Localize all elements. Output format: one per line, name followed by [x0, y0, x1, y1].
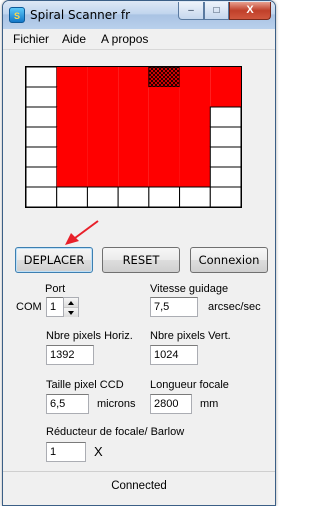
grid-cell-filled	[148, 147, 180, 167]
focal-length-unit: mm	[200, 398, 219, 410]
focal-length-input[interactable]: 2800	[150, 394, 192, 414]
spin-up-icon[interactable]	[64, 298, 78, 308]
pixels-horiz-input[interactable]: 1392	[46, 345, 94, 365]
grid-cell-hatched	[148, 67, 181, 88]
minimize-button[interactable]: –	[178, 2, 204, 20]
app-icon: S	[9, 7, 25, 23]
reducer-label: Réducteur de focale/ Barlow	[46, 426, 185, 438]
grid-cell-filled	[179, 127, 211, 147]
pixel-size-label: Taille pixel CCD	[46, 379, 124, 391]
grid-cell-filled	[87, 127, 119, 147]
pixel-size-input[interactable]: 6,5	[46, 394, 89, 414]
grid-cell-filled	[87, 67, 119, 87]
connection-status: Connected	[111, 480, 167, 492]
menu-aide[interactable]: Aide	[62, 32, 86, 46]
pixels-vert-input[interactable]: 1024	[150, 345, 198, 365]
grid-cell-filled	[179, 167, 211, 187]
grid-cell-filled	[56, 107, 88, 127]
grid-cell-empty	[209, 106, 241, 128]
grid-cell-filled	[118, 87, 149, 107]
grid-cell-empty	[26, 86, 58, 108]
grid-cell-filled	[56, 147, 88, 167]
grid-cell-empty	[26, 106, 58, 128]
grid-cell-empty	[26, 166, 58, 188]
grid-cell-filled	[179, 147, 211, 167]
window-title: Spiral Scanner fr	[30, 8, 131, 22]
grid-cell-filled	[210, 87, 241, 107]
grid-cell-filled	[118, 67, 149, 87]
menu-bar: Fichier Aide A propos	[3, 29, 275, 50]
grid-cell-empty	[86, 186, 119, 207]
vitesse-label: Vitesse guidage	[150, 283, 229, 295]
vitesse-unit: arcsec/sec	[208, 301, 261, 313]
grid-cell-empty	[26, 186, 58, 207]
grid-cell-empty	[56, 186, 88, 207]
focal-length-label: Longueur focale	[150, 379, 229, 391]
app-window: S Spiral Scanner fr – □ X Fichier Aide A…	[2, 0, 276, 506]
com-label: COM	[16, 301, 42, 313]
pixels-vert-label: Nbre pixels Vert.	[150, 330, 231, 342]
grid-cell-empty	[209, 146, 241, 168]
reducer-input[interactable]: 1	[46, 442, 86, 462]
grid-cell-empty	[117, 186, 150, 207]
port-input[interactable]: 1	[46, 297, 64, 317]
grid-cell-empty	[209, 186, 241, 207]
grid-cell-filled	[118, 147, 149, 167]
grid-cell-filled	[87, 107, 119, 127]
grid-cell-filled	[56, 67, 88, 87]
grid-cell-filled	[118, 167, 149, 187]
grid-cell-empty	[26, 146, 58, 168]
grid-cell-filled	[179, 107, 211, 127]
reset-button[interactable]: RESET	[102, 247, 180, 273]
grid-cell-filled	[148, 167, 180, 187]
title-bar[interactable]: S Spiral Scanner fr – □ X	[3, 1, 275, 29]
pixel-size-unit: microns	[97, 398, 136, 410]
reducer-unit: X	[94, 444, 103, 459]
port-stepper[interactable]	[63, 297, 79, 317]
menu-a-propos[interactable]: A propos	[101, 32, 148, 46]
grid-cell-filled	[56, 127, 88, 147]
grid-cell-empty	[26, 126, 58, 148]
port-label: Port	[45, 283, 66, 295]
grid-cell-filled	[87, 87, 119, 107]
grid-cell-empty	[209, 166, 241, 188]
grid-cell-empty	[179, 186, 211, 207]
grid-cell-filled	[148, 107, 180, 127]
grid-cell-filled	[118, 107, 149, 127]
scan-grid-canvas	[26, 67, 241, 207]
grid-cell-filled	[56, 167, 88, 187]
deplacer-button[interactable]: DEPLACER	[15, 247, 93, 273]
vitesse-input[interactable]: 7,5	[150, 297, 198, 317]
grid-cell-filled	[179, 87, 211, 107]
grid-cell-filled	[87, 167, 119, 187]
grid-cell-filled	[148, 87, 180, 107]
grid-cell-empty	[209, 126, 241, 148]
spin-down-icon[interactable]	[64, 308, 78, 317]
pixels-horiz-label: Nbre pixels Horiz.	[46, 330, 133, 342]
grid-cell-filled	[148, 127, 180, 147]
scan-grid[interactable]	[25, 66, 242, 208]
grid-cell-filled	[179, 67, 211, 87]
grid-cell-filled	[118, 127, 149, 147]
grid-cell-empty	[148, 186, 181, 207]
grid-cell-filled	[56, 87, 88, 107]
grid-cell-empty	[26, 67, 58, 88]
status-bar: Connected	[3, 471, 275, 505]
menu-fichier[interactable]: Fichier	[13, 32, 49, 46]
connexion-button[interactable]: Connexion	[190, 247, 268, 273]
grid-cell-filled	[210, 67, 241, 87]
grid-cell-filled	[87, 147, 119, 167]
close-button[interactable]: X	[229, 2, 271, 20]
maximize-button[interactable]: □	[204, 2, 229, 20]
